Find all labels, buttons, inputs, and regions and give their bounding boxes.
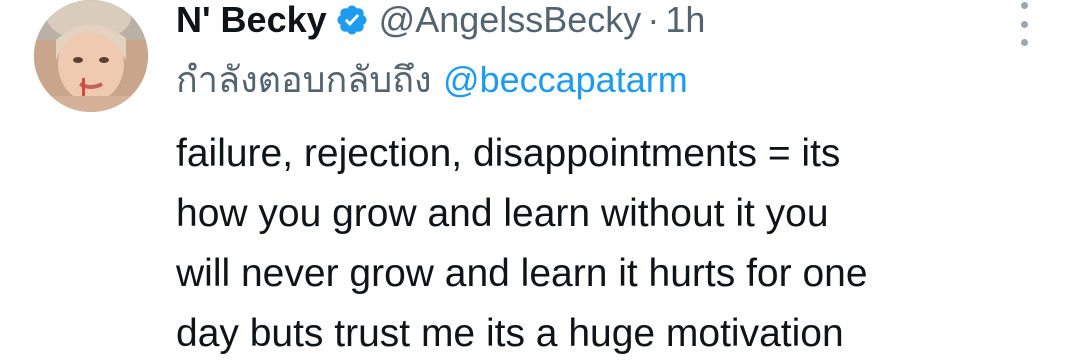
- tweet-text-line: day buts trust me its a huge motivation: [176, 312, 844, 355]
- avatar[interactable]: [34, 0, 148, 112]
- more-options-icon[interactable]: [1011, 0, 1037, 48]
- more-dot: [1020, 39, 1028, 46]
- replying-to: กำลังตอบกลับถึง @beccapatarm: [176, 58, 688, 103]
- tweet-text-line: will never grow and learn it hurts for o…: [176, 252, 868, 295]
- separator-dot: ·: [647, 0, 660, 40]
- user-handle[interactable]: @AngelssBecky: [379, 0, 642, 40]
- tweet: N' Becky @AngelssBecky · 1h กำลังตอบกลับ…: [0, 0, 1075, 358]
- more-dot: [1020, 2, 1028, 9]
- timestamp[interactable]: 1h: [665, 0, 705, 40]
- replying-prefix: กำลังตอบกลับถึง: [176, 60, 432, 101]
- display-name[interactable]: N' Becky: [176, 0, 327, 40]
- avatar-photo: [34, 0, 148, 112]
- verified-badge-icon: [335, 3, 369, 37]
- tweet-text: failure, rejection, disappointments = it…: [176, 124, 1026, 364]
- more-dot: [1020, 20, 1028, 28]
- tweet-text-line: failure, rejection, disappointments = it…: [176, 132, 841, 175]
- tweet-header: N' Becky @AngelssBecky · 1h: [176, 0, 705, 40]
- tweet-text-line: how you grow and learn without it you: [176, 192, 829, 235]
- replying-to-mention[interactable]: @beccapatarm: [443, 59, 688, 100]
